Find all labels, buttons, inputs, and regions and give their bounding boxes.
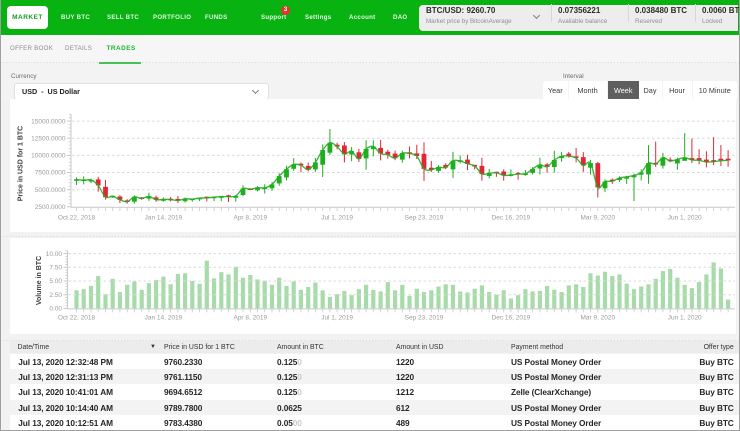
svg-text:Dec 16, 2019: Dec 16, 2019 (492, 215, 531, 222)
svg-text:Oct 22, 2018: Oct 22, 2018 (58, 315, 96, 322)
svg-text:Apr 8, 2019: Apr 8, 2019 (233, 215, 267, 222)
svg-text:Apr 8, 2019: Apr 8, 2019 (233, 315, 267, 322)
svg-text:Jul 1, 2019: Jul 1, 2019 (321, 215, 353, 222)
svg-text:2.50: 2.50 (49, 292, 62, 299)
svg-text:Dec 16, 2019: Dec 16, 2019 (492, 315, 531, 322)
svg-text:10.00: 10.00 (46, 251, 63, 258)
svg-text:2500.0000: 2500.0000 (35, 204, 66, 211)
svg-text:7500.0000: 7500.0000 (35, 170, 66, 177)
svg-text:Volume in BTC: Volume in BTC (36, 256, 43, 305)
svg-text:Oct 22, 2018: Oct 22, 2018 (58, 215, 96, 222)
svg-text:5000.0000: 5000.0000 (35, 187, 66, 194)
svg-text:Mar 9, 2020: Mar 9, 2020 (580, 215, 615, 222)
svg-text:7.50: 7.50 (49, 265, 62, 272)
svg-text:Mar 9, 2020: Mar 9, 2020 (580, 315, 615, 322)
svg-text:0.00: 0.00 (49, 306, 62, 313)
svg-text:Price in USD for 1 BTC: Price in USD for 1 BTC (18, 126, 25, 201)
svg-text:Jun 1, 2020: Jun 1, 2020 (668, 215, 702, 222)
svg-text:Sep 23, 2019: Sep 23, 2019 (405, 315, 444, 322)
svg-text:5.00: 5.00 (49, 278, 62, 285)
svg-text:Sep 23, 2019: Sep 23, 2019 (405, 215, 444, 222)
svg-text:Jul 1, 2019: Jul 1, 2019 (321, 315, 353, 322)
svg-text:Jan 14, 2019: Jan 14, 2019 (145, 315, 183, 322)
svg-text:Jun 1, 2020: Jun 1, 2020 (668, 315, 702, 322)
svg-text:Jan 14, 2019: Jan 14, 2019 (145, 215, 183, 222)
svg-text:12500.0000: 12500.0000 (31, 135, 66, 142)
svg-text:10000.0000: 10000.0000 (31, 153, 66, 160)
svg-text:15000.0000: 15000.0000 (31, 118, 66, 125)
